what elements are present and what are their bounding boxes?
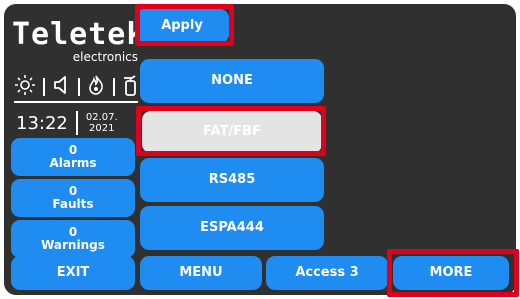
faults-counter-button[interactable]: 0 Faults	[11, 179, 135, 217]
logo-subtitle: electronics	[72, 50, 138, 64]
apply-button-label: Apply	[161, 17, 203, 33]
faults-label: Faults	[52, 197, 94, 211]
teletek-logo: Teletek electronics	[12, 17, 146, 65]
clock-time: 13:22	[16, 112, 68, 134]
menu-button[interactable]: MENU	[140, 256, 262, 290]
flame-icon	[87, 75, 105, 99]
speaker-icon	[53, 75, 71, 99]
option-label: ESPA444	[200, 219, 264, 235]
more-button-label: MORE	[429, 264, 473, 280]
option-label: NONE	[211, 72, 253, 88]
alarms-counter-button[interactable]: 0 Alarms	[11, 138, 135, 176]
clock-separator	[75, 111, 78, 135]
clock-date-day: 02.07.	[85, 112, 118, 123]
icon-separator	[43, 78, 46, 96]
menu-button-label: MENU	[179, 264, 223, 280]
option-fat-fbf-button[interactable]: FAT/FBF	[142, 111, 322, 153]
extinguisher-icon	[122, 74, 140, 100]
clock-date-year: 2021	[89, 123, 115, 134]
clock-date: 02.07. 2021	[86, 112, 118, 134]
alarms-label: Alarms	[49, 156, 97, 170]
icon-separator	[112, 78, 115, 96]
panel-screen: Teletek electronics 13:22 02.07. 2021 Ap…	[4, 4, 516, 295]
clock: 13:22 02.07. 2021	[16, 108, 118, 138]
logo-brand: Teletek	[12, 17, 146, 52]
access-level-button[interactable]: Access 3	[266, 256, 388, 290]
sun-icon	[14, 74, 36, 100]
option-label: RS485	[208, 171, 256, 187]
access-level-label: Access 3	[295, 264, 359, 280]
exit-button-label: EXIT	[56, 264, 90, 280]
option-espa444-button[interactable]: ESPA444	[140, 206, 324, 250]
warnings-counter-button[interactable]: 0 Warnings	[11, 220, 135, 258]
apply-button[interactable]: Apply	[135, 9, 229, 43]
more-button[interactable]: MORE	[393, 256, 509, 290]
status-underline	[14, 101, 138, 103]
option-rs485-button[interactable]: RS485	[140, 158, 324, 202]
warnings-label: Warnings	[41, 238, 105, 252]
icon-separator	[77, 78, 80, 96]
status-icons	[14, 74, 140, 100]
exit-button[interactable]: EXIT	[11, 256, 135, 290]
option-none-button[interactable]: NONE	[140, 59, 324, 103]
option-label: FAT/FBF	[203, 123, 261, 139]
app-frame: Teletek electronics 13:22 02.07. 2021 Ap…	[0, 0, 520, 299]
